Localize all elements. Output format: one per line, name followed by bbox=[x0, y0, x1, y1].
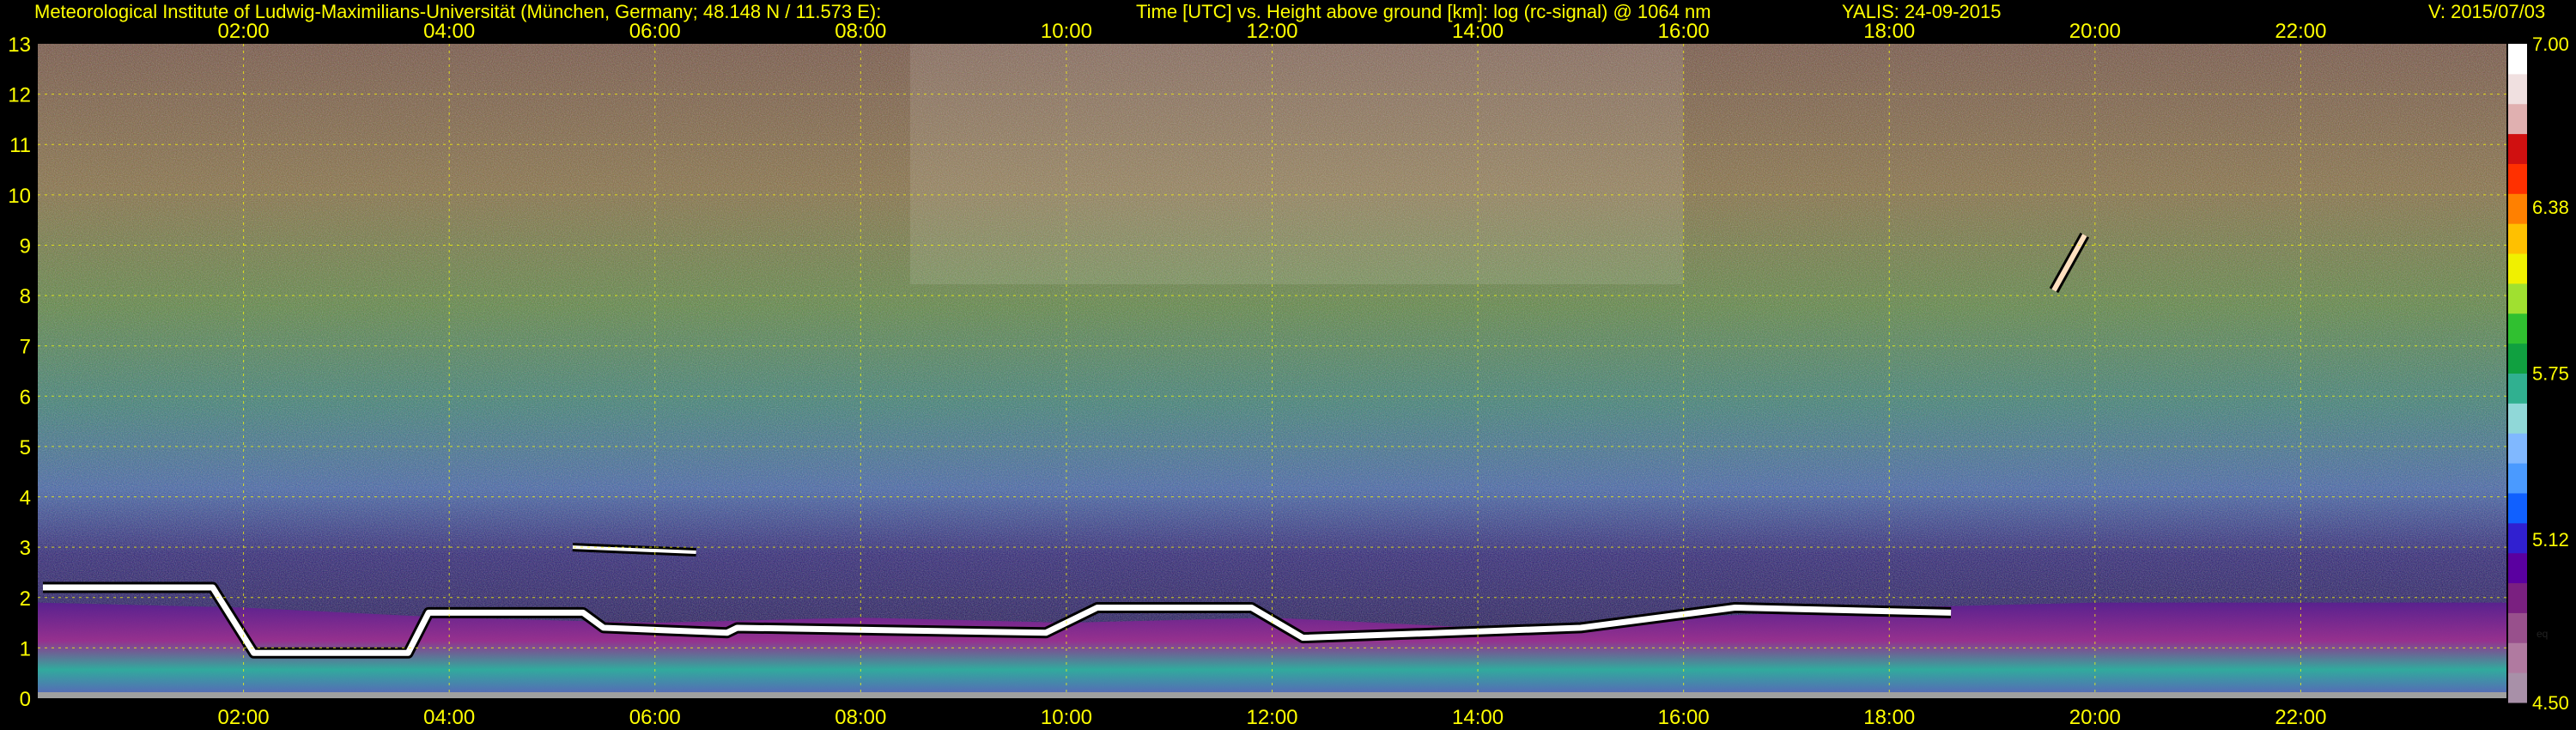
colorbar-segment bbox=[2508, 433, 2527, 464]
y-tick-label: 5 bbox=[20, 436, 31, 459]
colorbar-segment bbox=[2508, 193, 2527, 224]
colorbar-segment bbox=[2508, 343, 2527, 374]
colorbar-annotation: eq bbox=[2537, 628, 2548, 640]
x-tick-label-bottom: 12:00 bbox=[1246, 706, 1297, 729]
lidar-quicklook-chart: 02:00 04:00 06:00 08:00 10:00 12:00 14:00 16:00… bbox=[8, 20, 2569, 729]
x-tick-label-top: 22:00 bbox=[2275, 20, 2326, 43]
colorbar-segment bbox=[2508, 163, 2527, 194]
colorbar-segment bbox=[2508, 642, 2527, 673]
colorbar-segment bbox=[2508, 492, 2527, 524]
colorbar-segment bbox=[2508, 612, 2527, 643]
y-tick-label: 4 bbox=[20, 487, 31, 510]
colorbar-segment bbox=[2508, 552, 2527, 584]
daytime-background-noise bbox=[910, 44, 1683, 284]
x-tick-label-bottom: 02:00 bbox=[218, 706, 270, 729]
y-tick-label: 8 bbox=[20, 285, 31, 308]
x-tick-label-top: 14:00 bbox=[1452, 20, 1504, 43]
x-tick-label-bottom: 16:00 bbox=[1658, 706, 1710, 729]
x-tick-label-bottom: 08:00 bbox=[835, 706, 886, 729]
x-tick-label-top: 20:00 bbox=[2069, 20, 2121, 43]
colorbar-segment bbox=[2508, 133, 2527, 164]
colorbar-segment bbox=[2508, 253, 2527, 284]
x-tick-label-top: 06:00 bbox=[629, 20, 681, 43]
x-tick-label-bottom: 06:00 bbox=[629, 706, 681, 729]
colorbar-segment bbox=[2508, 44, 2527, 75]
x-tick-label-bottom: 14:00 bbox=[1452, 706, 1504, 729]
x-tick-label-top: 04:00 bbox=[423, 20, 475, 43]
colorbar-segment bbox=[2508, 582, 2527, 613]
y-tick-label: 6 bbox=[20, 386, 31, 409]
y-tick-label: 0 bbox=[20, 688, 31, 711]
x-tick-label-top: 10:00 bbox=[1041, 20, 1092, 43]
colorbar: 7.00 6.38 5.75 5.12 4.50 eq bbox=[2508, 33, 2569, 714]
colorbar-segment bbox=[2508, 403, 2527, 434]
x-tick-label-top: 12:00 bbox=[1246, 20, 1297, 43]
colorbar-tick-label: 4.50 bbox=[2532, 692, 2569, 714]
x-tick-label-bottom: 20:00 bbox=[2069, 706, 2121, 729]
x-tick-label-top: 16:00 bbox=[1658, 20, 1710, 43]
y-tick-label: 3 bbox=[20, 537, 31, 560]
x-tick-label-top: 02:00 bbox=[218, 20, 270, 43]
colorbar-segment bbox=[2508, 463, 2527, 494]
y-tick-label: 1 bbox=[20, 637, 31, 660]
x-tick-label-top: 18:00 bbox=[1863, 20, 1915, 43]
colorbar-segment bbox=[2508, 283, 2527, 314]
colorbar-segment bbox=[2508, 672, 2527, 703]
y-tick-label: 7 bbox=[20, 336, 31, 359]
colorbar-segment bbox=[2508, 522, 2527, 554]
colorbar-tick-label: 7.00 bbox=[2532, 33, 2569, 55]
y-tick-label: 11 bbox=[9, 134, 31, 157]
y-tick-label: 10 bbox=[8, 185, 31, 208]
colorbar-tick-label: 5.12 bbox=[2532, 529, 2569, 551]
colorbar-segment bbox=[2508, 73, 2527, 105]
colorbar-tick-label: 6.38 bbox=[2532, 197, 2569, 218]
colorbar-segment bbox=[2508, 103, 2527, 135]
x-tick-label-bottom: 10:00 bbox=[1041, 706, 1092, 729]
x-tick-label-top: 08:00 bbox=[835, 20, 886, 43]
colorbar-tick-label: 5.75 bbox=[2532, 363, 2569, 385]
colorbar-segment bbox=[2508, 223, 2527, 254]
y-tick-label: 12 bbox=[8, 84, 31, 107]
x-tick-label-bottom: 22:00 bbox=[2275, 706, 2326, 729]
y-tick-label: 13 bbox=[8, 33, 31, 57]
colorbar-segment bbox=[2508, 313, 2527, 344]
x-tick-label-bottom: 18:00 bbox=[1863, 706, 1915, 729]
ground-strip bbox=[38, 692, 2506, 698]
x-tick-label-bottom: 04:00 bbox=[423, 706, 475, 729]
y-tick-label: 9 bbox=[20, 234, 31, 258]
y-tick-label: 2 bbox=[20, 587, 31, 611]
colorbar-segment bbox=[2508, 373, 2527, 404]
